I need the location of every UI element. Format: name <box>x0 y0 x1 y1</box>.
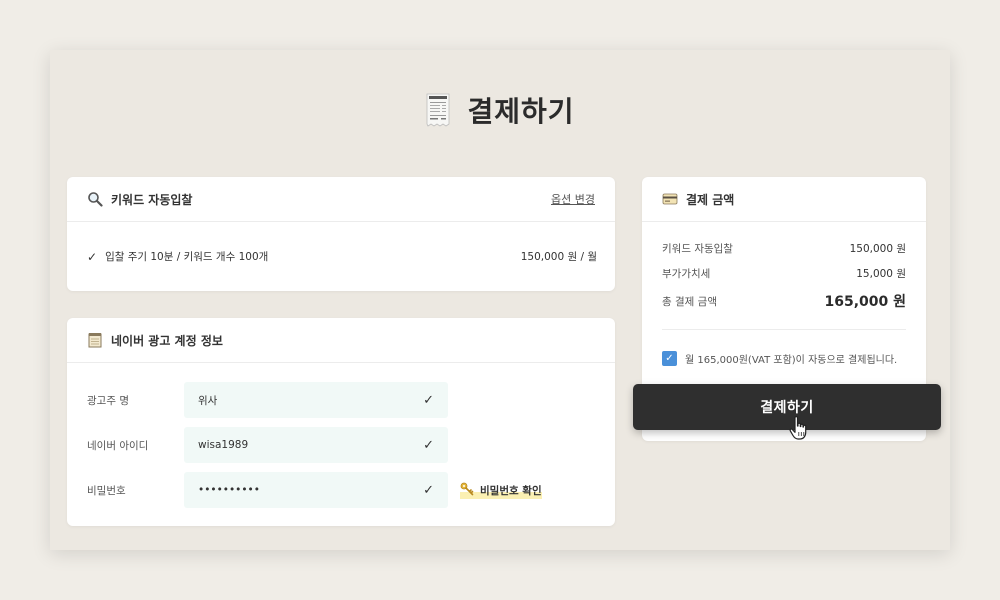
bid-option-row: ✓ 입찰 주기 10분 / 키워드 개수 100개 150,000 원 / 월 <box>87 249 597 264</box>
advertiser-name-field[interactable]: ✓ <box>184 382 448 418</box>
naver-id-label: 네이버 아이디 <box>87 439 149 452</box>
check-icon: ✓ <box>423 482 434 498</box>
advertiser-name-input[interactable] <box>198 394 424 406</box>
pay-value: 15,000 원 <box>856 268 906 280</box>
page-title: 결제하기 <box>50 90 950 130</box>
agree-checkbox[interactable]: ✓ <box>662 351 677 366</box>
naver-id-field[interactable]: ✓ <box>184 427 448 463</box>
card-header: 키워드 자동입찰 옵션 변경 <box>67 177 615 222</box>
agree-text: 월 165,000원(VAT 포함)이 자동으로 결제됩니다. <box>685 355 898 366</box>
check-icon: ✓ <box>423 437 434 453</box>
advertiser-name-label: 광고주 명 <box>87 394 129 407</box>
pay-row-total: 총 결제 금액 165,000 원 <box>662 291 906 311</box>
search-icon <box>87 191 103 207</box>
credit-card-icon <box>662 191 678 207</box>
pay-value: 150,000 원 <box>849 243 906 255</box>
page-title-text: 결제하기 <box>467 95 575 128</box>
receipt-icon <box>425 93 451 127</box>
bid-option-price: 150,000 원 / 월 <box>520 251 597 263</box>
auto-payment-agree[interactable]: ✓ 월 165,000원(VAT 포함)이 자동으로 결제됩니다. <box>662 351 897 366</box>
password-row: 비밀번호 ✓ 비밀번호 확인 <box>87 472 542 508</box>
naver-id-input[interactable] <box>198 439 424 451</box>
divider <box>662 329 906 330</box>
bid-option-label: 입찰 주기 10분 / 키워드 개수 100개 <box>105 251 269 263</box>
notepad-icon <box>87 332 103 348</box>
card-title: 결제 금액 <box>686 192 735 207</box>
advertiser-name-row: 광고주 명 ✓ <box>87 382 448 418</box>
checkout-frame: 결제하기 키워드 자동입찰 옵션 변경 ✓ 입찰 주기 10분 / 키워드 개수… <box>50 50 950 550</box>
pay-label: 총 결제 금액 <box>662 295 717 308</box>
pay-label: 부가가치세 <box>662 268 711 280</box>
pay-button[interactable]: 결제하기 <box>633 384 941 430</box>
password-confirm-link[interactable]: 비밀번호 확인 <box>460 481 542 499</box>
hand-pointer-icon <box>788 415 810 441</box>
password-confirm-label: 비밀번호 확인 <box>480 484 542 497</box>
naver-id-row: 네이버 아이디 ✓ <box>87 427 448 463</box>
pay-total-value: 165,000 원 <box>824 294 906 310</box>
pay-row-keyword: 키워드 자동입찰 150,000 원 <box>662 241 906 256</box>
check-icon: ✓ <box>423 392 434 408</box>
card-header: 네이버 광고 계정 정보 <box>67 318 615 363</box>
card-title: 네이버 광고 계정 정보 <box>111 333 223 348</box>
password-field[interactable]: ✓ <box>184 472 448 508</box>
card-header: 결제 금액 <box>642 177 926 222</box>
option-change-link[interactable]: 옵션 변경 <box>551 191 595 207</box>
pay-row-vat: 부가가치세 15,000 원 <box>662 266 906 281</box>
password-input[interactable] <box>198 484 424 496</box>
password-label: 비밀번호 <box>87 484 126 497</box>
pay-label: 키워드 자동입찰 <box>662 243 733 255</box>
keyword-bidding-card: 키워드 자동입찰 옵션 변경 ✓ 입찰 주기 10분 / 키워드 개수 100개… <box>67 177 615 291</box>
naver-account-card: 네이버 광고 계정 정보 광고주 명 ✓ 네이버 아이디 ✓ 비밀번호 ✓ <box>67 318 615 526</box>
card-title: 키워드 자동입찰 <box>111 192 193 207</box>
key-icon <box>460 482 474 499</box>
check-icon: ✓ <box>87 249 98 264</box>
